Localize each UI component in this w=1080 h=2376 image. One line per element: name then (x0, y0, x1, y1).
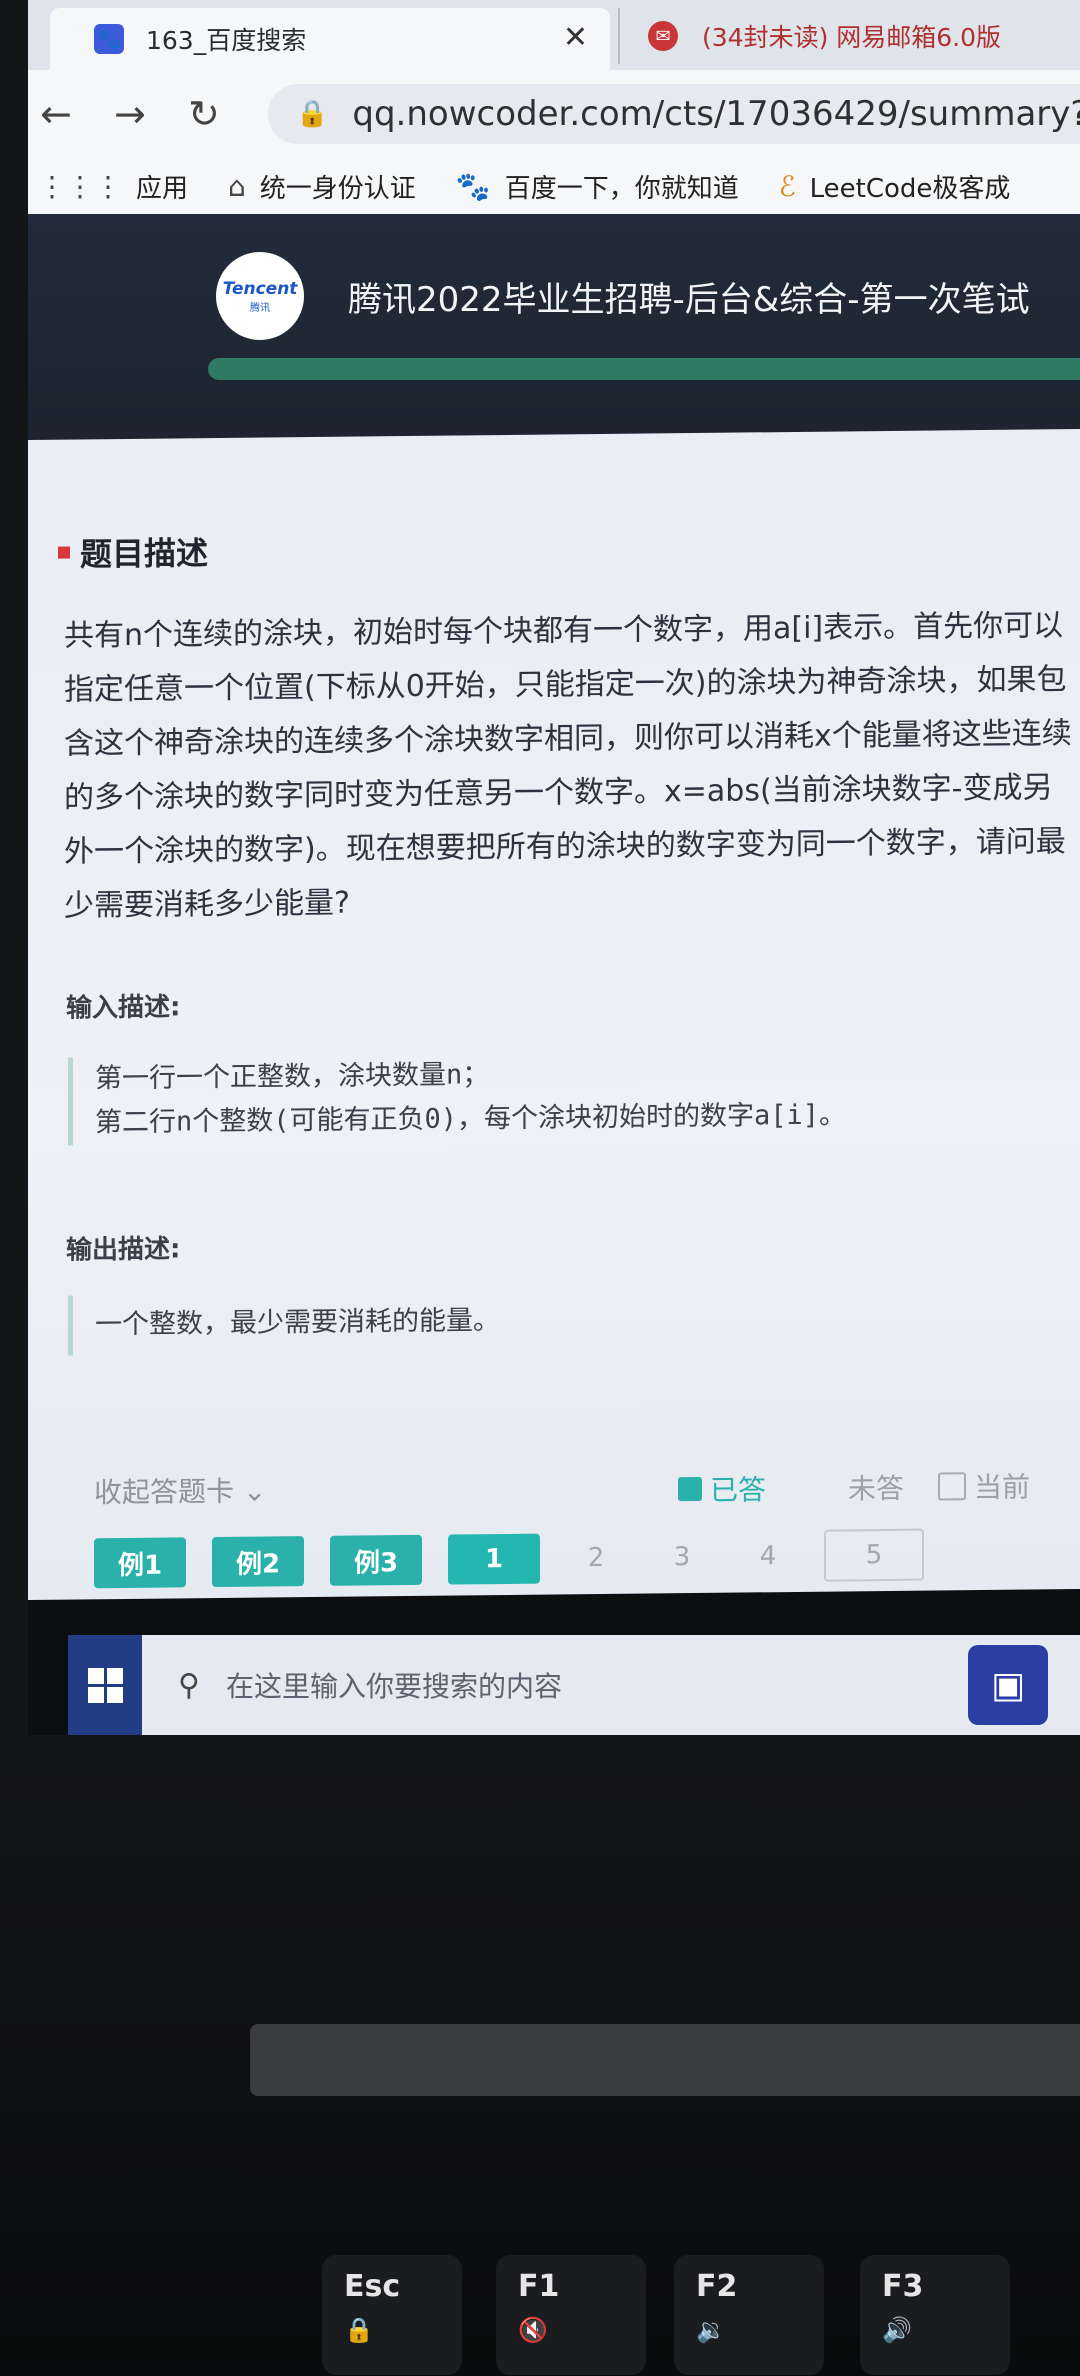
esc-key[interactable]: Esc 🔒 (322, 2255, 462, 2375)
chevron-down-icon: ⌄ (242, 1474, 267, 1508)
question-description: 共有n个连续的涂块，初始时每个块都有一个数字，用a[i]表示。首先你可以指定任意… (64, 608, 1072, 924)
tab-title: 163_百度搜索 (146, 26, 307, 55)
answered-swatch (678, 1476, 702, 1502)
logo-text: Tencent (222, 278, 298, 299)
taskbar-search[interactable]: ⚲ 在这里输入你要搜索的内容 (148, 1635, 668, 1735)
pinned-app-icon[interactable]: ▣ (968, 1645, 1048, 1725)
bookmark-apps[interactable]: ⋮⋮⋮ 应用 (38, 168, 188, 205)
apps-grid-icon: ⋮⋮⋮ (38, 169, 122, 203)
lock-icon: 🔒 (296, 99, 329, 129)
browser-toolbar: ← → ↻ 🔒 qq.nowcoder.com/cts/17036429/sum… (28, 70, 1080, 170)
section-title: 题目描述 (80, 534, 209, 574)
forward-arrow-icon[interactable]: → (114, 92, 146, 136)
bookmarks-bar: ⋮⋮⋮ 应用 ⌂ 统一身份认证 🐾 百度一下，你就知道 ℰ LeetCode极客… (28, 158, 1080, 214)
example-3-button[interactable]: 例3 (330, 1534, 422, 1586)
question-4-button[interactable]: 4 (738, 1541, 798, 1572)
baidu-paw-icon: 🐾 (455, 169, 491, 203)
section-heading: 题目描述 (58, 528, 208, 576)
baidu-paw-icon: 🐾 (94, 24, 124, 54)
bullet-mark (58, 546, 70, 559)
progress-bar (208, 358, 1080, 380)
logo-sub: 腾讯 (250, 302, 270, 314)
address-bar[interactable]: 🔒 qq.nowcoder.com/cts/17036429/summary?i… (268, 84, 1080, 144)
tab-title: (34封未读) 网易邮箱6.0版 (702, 23, 1002, 52)
exam-title: 腾讯2022毕业生招聘-后台&综合-第一次笔试 (348, 280, 1030, 320)
f1-key[interactable]: F1 🔇 (496, 2255, 646, 2375)
output-label: 输出描述: (66, 1234, 181, 1266)
collapse-answer-sheet[interactable]: 收起答题卡 ⌄ (94, 1470, 266, 1512)
current-swatch (938, 1472, 966, 1501)
input-line: 第二行n个整数(可能有正负0)，每个涂块初始时的数字a[i]。 (95, 1099, 847, 1139)
output-description: 一个整数，最少需要消耗的能量。 (68, 1285, 1075, 1356)
bookmark-unified-auth[interactable]: ⌂ 统一身份认证 (228, 168, 416, 205)
screen: 🐾 163_百度搜索 ✕ ✉ (34封未读) 网易邮箱6.0版 ← → ↻ 🔒 … (28, 0, 1080, 1735)
input-description: 第一行一个正整数，涂块数量n； 第二行n个整数(可能有正负0)，每个涂块初始时的… (68, 1047, 1075, 1146)
key-label: F1 (518, 2269, 560, 2304)
legend-label: 已答 (710, 1473, 767, 1507)
question-nav: 例1 例2 例3 1 2 3 4 5 (94, 1528, 950, 1589)
legend-label: 未答 (848, 1471, 905, 1506)
bookmark-label: LeetCode极客成 (809, 173, 1011, 204)
output-line: 一个整数，最少需要消耗的能量。 (95, 1305, 500, 1341)
question-3-button[interactable]: 3 (652, 1542, 712, 1573)
example-1-button[interactable]: 例1 (94, 1537, 186, 1589)
tab-baidu[interactable]: 🐾 163_百度搜索 ✕ (50, 8, 610, 70)
collapse-label: 收起答题卡 (94, 1474, 235, 1510)
bookmark-label: 统一身份认证 (259, 173, 416, 204)
netease-mail-icon: ✉ (648, 21, 678, 51)
question-1-button[interactable]: 1 (448, 1533, 540, 1585)
bookmark-label: 应用 (136, 173, 189, 204)
search-icon: ⚲ (178, 1667, 200, 1703)
url-text: qq.nowcoder.com/cts/17036429/summary?id= (352, 94, 1080, 134)
key-label: Esc (344, 2269, 401, 2304)
question-5-button[interactable]: 5 (824, 1528, 924, 1582)
legend-unanswered: 未答 (848, 1467, 904, 1508)
lock-icon: 🔒 (344, 2316, 374, 2344)
windows-logo-icon (87, 1667, 123, 1703)
bookmark-label: 百度一下，你就知道 (504, 173, 739, 204)
f2-key[interactable]: F2 🔉 (674, 2255, 824, 2375)
close-icon[interactable]: ✕ (563, 20, 588, 55)
f3-key[interactable]: F3 🔊 (860, 2255, 1010, 2375)
tab-strip: 🐾 163_百度搜索 ✕ ✉ (34封未读) 网易邮箱6.0版 (28, 0, 1080, 70)
input-label: 输入描述: (66, 992, 181, 1024)
back-arrow-icon[interactable]: ← (40, 92, 72, 136)
search-placeholder: 在这里输入你要搜索的内容 (225, 1670, 562, 1703)
laptop-hinge (250, 2024, 1080, 2096)
legend-answered: 已答 (678, 1468, 766, 1509)
leetcode-icon: ℰ (778, 169, 796, 203)
volume-down-icon: 🔉 (696, 2316, 726, 2344)
bookmark-leetcode[interactable]: ℰ LeetCode极客成 (779, 168, 1011, 205)
mute-icon: 🔇 (518, 2316, 548, 2344)
question-panel: 题目描述 共有n个连续的涂块，初始时每个块都有一个数字，用a[i]表示。首先你可… (28, 428, 1080, 1600)
start-button[interactable] (68, 1635, 142, 1735)
legend-current: 当前 (938, 1466, 1030, 1507)
exam-header: Tencent 腾讯 腾讯2022毕业生招聘-后台&综合-第一次笔试 (28, 214, 1080, 450)
volume-up-icon: 🔊 (882, 2316, 912, 2344)
question-2-button[interactable]: 2 (566, 1543, 626, 1574)
key-label: F3 (882, 2269, 924, 2304)
windows-taskbar: ⚲ 在这里输入你要搜索的内容 ▣ (68, 1635, 1080, 1735)
reload-icon[interactable]: ↻ (188, 92, 220, 136)
bookmark-baidu[interactable]: 🐾 百度一下，你就知道 (456, 168, 739, 205)
home-icon: ⌂ (228, 169, 246, 203)
tencent-logo: Tencent 腾讯 (216, 252, 304, 340)
example-2-button[interactable]: 例2 (212, 1536, 304, 1588)
key-label: F2 (696, 2269, 738, 2304)
tab-netease-mail[interactable]: ✉ (34封未读) 网易邮箱6.0版 (618, 8, 1080, 64)
legend-label: 当前 (974, 1470, 1031, 1505)
